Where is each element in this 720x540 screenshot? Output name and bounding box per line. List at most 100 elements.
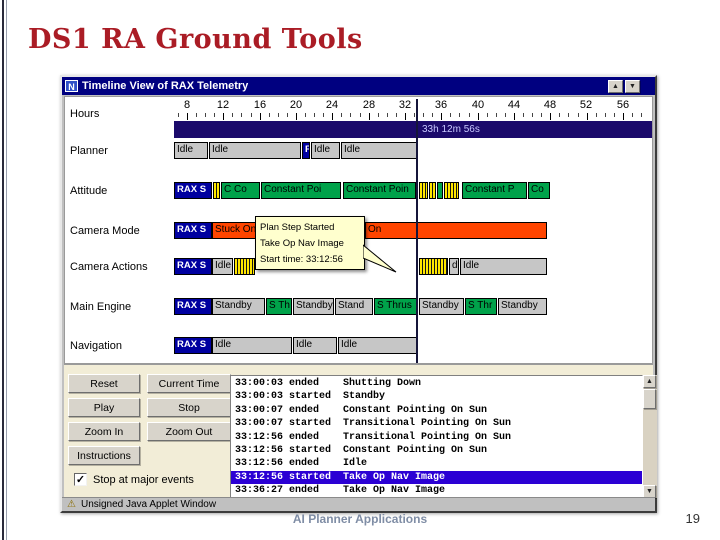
tick-mark xyxy=(559,113,561,117)
log-entry[interactable]: 33:00:07 ended Constant Pointing On Sun xyxy=(231,404,642,417)
control-buttons: Reset Current Time Play Stop Zoom In Zoom Out… xyxy=(68,374,231,465)
log-entry[interactable]: 33:00:07 started Transitional Pointing O… xyxy=(231,417,642,430)
tick-mark xyxy=(568,113,570,117)
timeline-row-attitude: RAX S C Co Constant Poi Constant Poin Consta… xyxy=(62,182,655,199)
zoom-in-button[interactable]: Zoom In xyxy=(68,422,140,441)
tick-mark xyxy=(223,113,225,120)
timeline-block[interactable]: Idle xyxy=(338,337,417,354)
hour-tick-label: 8 xyxy=(183,99,191,111)
hour-tick-label: 24 xyxy=(325,99,339,111)
log-entry[interactable]: 33:12:56 ended Idle xyxy=(231,457,642,470)
hour-tick-label: 20 xyxy=(289,99,303,111)
timeline-block[interactable]: Constant P xyxy=(462,182,527,199)
tick-mark xyxy=(314,113,316,117)
applet-window: N Timeline View of RAX Telemetry ▲ ▼ 8 12… xyxy=(60,75,657,513)
timeline-block[interactable]: Idle xyxy=(212,337,292,354)
log-panel[interactable]: 33:00:03 ended Shutting Down 33:00:03 sta… xyxy=(230,375,643,498)
slide-title: DS1 RA Ground Tools xyxy=(28,24,363,55)
tick-mark xyxy=(622,113,624,120)
timeline-block[interactable]: RAX S xyxy=(174,222,212,239)
tick-mark xyxy=(595,113,597,117)
timeline-block[interactable] xyxy=(437,182,443,199)
log-scrollbar[interactable]: ▲ ▼ xyxy=(643,375,657,498)
warning-icon: ⚠ xyxy=(67,498,76,510)
timeline-block[interactable]: Idle xyxy=(174,142,208,159)
timeline-block[interactable]: Idle xyxy=(460,258,547,275)
timeline-block[interactable]: C Co xyxy=(221,182,260,199)
stop-events-checkbox-row[interactable]: ✓ Stop at major events xyxy=(74,473,194,486)
tick-mark xyxy=(341,113,343,117)
timeline-block[interactable]: Idle xyxy=(341,142,417,159)
timeline-block[interactable]: Standby xyxy=(498,298,547,315)
log-entry[interactable]: 33:36:27 ended Take Op Nav Image xyxy=(231,484,642,497)
hour-tick-label: 28 xyxy=(362,99,376,111)
tick-mark xyxy=(286,113,288,117)
reset-button[interactable]: Reset xyxy=(68,374,140,393)
tick-mark xyxy=(577,113,579,117)
timeline-row-main-engine: RAX S Standby S Th Standby Stand S Thrus Stand… xyxy=(62,298,655,315)
timeline-block[interactable]: F xyxy=(302,142,310,159)
hour-tick-label: 12 xyxy=(216,99,230,111)
checkbox-checked-icon[interactable]: ✓ xyxy=(74,473,87,486)
timeline-block[interactable] xyxy=(419,182,428,199)
log-entry[interactable]: 33:12:56 ended Transitional Pointing On … xyxy=(231,431,642,444)
play-button[interactable]: Play xyxy=(68,398,140,417)
log-entry[interactable]: 33:00:03 ended Shutting Down xyxy=(231,377,642,390)
tick-mark xyxy=(450,113,452,117)
tick-mark xyxy=(395,113,397,117)
tick-mark xyxy=(368,113,370,120)
status-text: Unsigned Java Applet Window xyxy=(80,499,217,510)
tick-mark xyxy=(641,113,643,117)
timeline-block[interactable]: S Th xyxy=(266,298,292,315)
timeline-block[interactable]: RAX S xyxy=(174,258,212,275)
timeline-block[interactable]: Co xyxy=(528,182,550,199)
hour-tick-label: 16 xyxy=(253,99,267,111)
tick-mark xyxy=(295,113,297,120)
hour-tick-label: 40 xyxy=(471,99,485,111)
tick-mark xyxy=(177,113,179,117)
tick-mark xyxy=(532,113,534,117)
tick-mark xyxy=(513,113,515,120)
timeline-block[interactable]: Idle xyxy=(293,337,337,354)
tick-mark xyxy=(332,113,334,120)
timeline-block[interactable]: Standby xyxy=(293,298,334,315)
timeline-block[interactable]: RAX S xyxy=(174,298,212,315)
checkbox-label: Stop at major events xyxy=(93,473,194,486)
timeline-block[interactable]: Constant Poi xyxy=(261,182,341,199)
zoom-out-button[interactable]: Zoom Out xyxy=(147,422,231,441)
timeline-block[interactable] xyxy=(419,258,448,275)
timeline-block[interactable] xyxy=(234,258,255,275)
scrollbar-thumb[interactable] xyxy=(643,389,656,409)
page-number: 19 xyxy=(685,511,700,526)
timeline-block[interactable] xyxy=(444,182,459,199)
timeline-block[interactable]: On xyxy=(365,222,547,239)
timeline-block[interactable] xyxy=(429,182,436,199)
timeline-block[interactable]: S Thr xyxy=(465,298,497,315)
timeline-block[interactable]: Standby xyxy=(212,298,265,315)
tick-mark xyxy=(214,113,216,117)
timeline-block[interactable]: d xyxy=(449,258,459,275)
timeline-block[interactable]: S Thrus xyxy=(374,298,417,315)
instructions-button[interactable]: Instructions xyxy=(68,446,140,465)
scrollbar-up-icon[interactable]: ▲ xyxy=(643,375,656,388)
stop-button[interactable]: Stop xyxy=(147,398,231,417)
tick-mark xyxy=(495,113,497,117)
log-entry[interactable]: 33:00:03 started Standby xyxy=(231,390,642,403)
tick-mark xyxy=(613,113,615,117)
log-entry[interactable]: 33:12:56 started Constant Pointing On Su… xyxy=(231,444,642,457)
timeline-block[interactable]: RAX S xyxy=(174,337,212,354)
timeline-block[interactable]: Idle xyxy=(209,142,301,159)
timeline-block[interactable]: Standby xyxy=(419,298,464,315)
timeline-block[interactable]: Constant Poin xyxy=(343,182,416,199)
timeline-block[interactable]: Stand xyxy=(335,298,373,315)
timeline-block[interactable] xyxy=(213,182,220,199)
timeline-block[interactable]: RAX S xyxy=(174,182,212,199)
time-cursor-line[interactable] xyxy=(416,99,418,363)
timeline-block[interactable]: Idle xyxy=(311,142,340,159)
timeline-block[interactable]: Idle xyxy=(212,258,233,275)
current-time-button[interactable]: Current Time xyxy=(147,374,231,393)
log-entry[interactable]: 33:12:56 started Take Op Nav Image xyxy=(231,470,642,485)
tick-mark xyxy=(323,113,325,117)
hour-tick-label: 36 xyxy=(434,99,448,111)
tick-mark xyxy=(404,113,406,120)
